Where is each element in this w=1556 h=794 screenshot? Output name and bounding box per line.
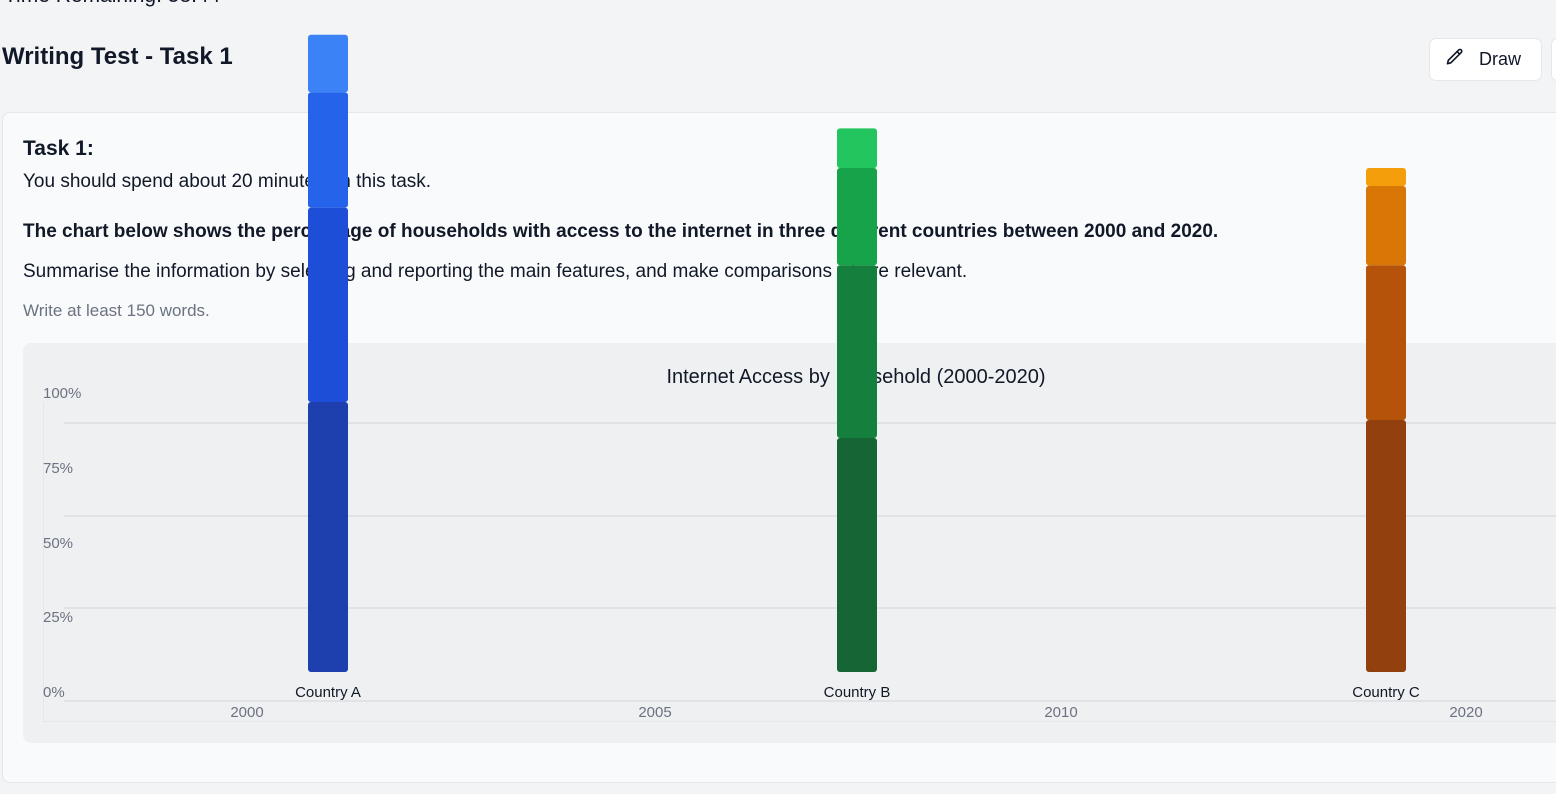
y-tick-label: 25% <box>43 609 73 626</box>
x-tick-label: 2005 <box>638 704 671 721</box>
bar-segment-country-c-2005 <box>1366 265 1406 420</box>
bar-segment-country-c-2020 <box>1366 168 1406 186</box>
category-label: Country C <box>1352 684 1420 701</box>
bar-segment-country-a-2005 <box>308 207 348 402</box>
bar-segment-country-b-2010 <box>837 168 877 266</box>
y-tick-label: 100% <box>43 385 81 402</box>
x-tick-label: 2000 <box>230 704 263 721</box>
bar-segment-country-c-2000 <box>1366 420 1406 672</box>
y-tick-label: 50% <box>43 535 73 552</box>
bar-segment-country-b-2005 <box>837 265 877 438</box>
x-tick-label: 2010 <box>1044 704 1077 721</box>
bar-segment-country-b-2020 <box>837 128 877 168</box>
x-tick-label: 2020 <box>1449 704 1482 721</box>
bar-segment-country-b-2000 <box>837 438 877 672</box>
bar-segment-country-a-2010 <box>308 92 348 208</box>
y-tick-label: 75% <box>43 460 73 477</box>
bar-segment-country-a-2000 <box>308 402 348 672</box>
chart: 100% 75% 50% 25% 0% 2000 2005 2010 2020 Country A… <box>43 34 1556 721</box>
category-label: Country A <box>295 684 361 701</box>
category-label: Country B <box>824 684 891 701</box>
bar-segment-country-a-2020 <box>308 34 348 93</box>
bar-segment-country-c-2010 <box>1366 186 1406 266</box>
y-tick-label: 0% <box>43 684 65 701</box>
